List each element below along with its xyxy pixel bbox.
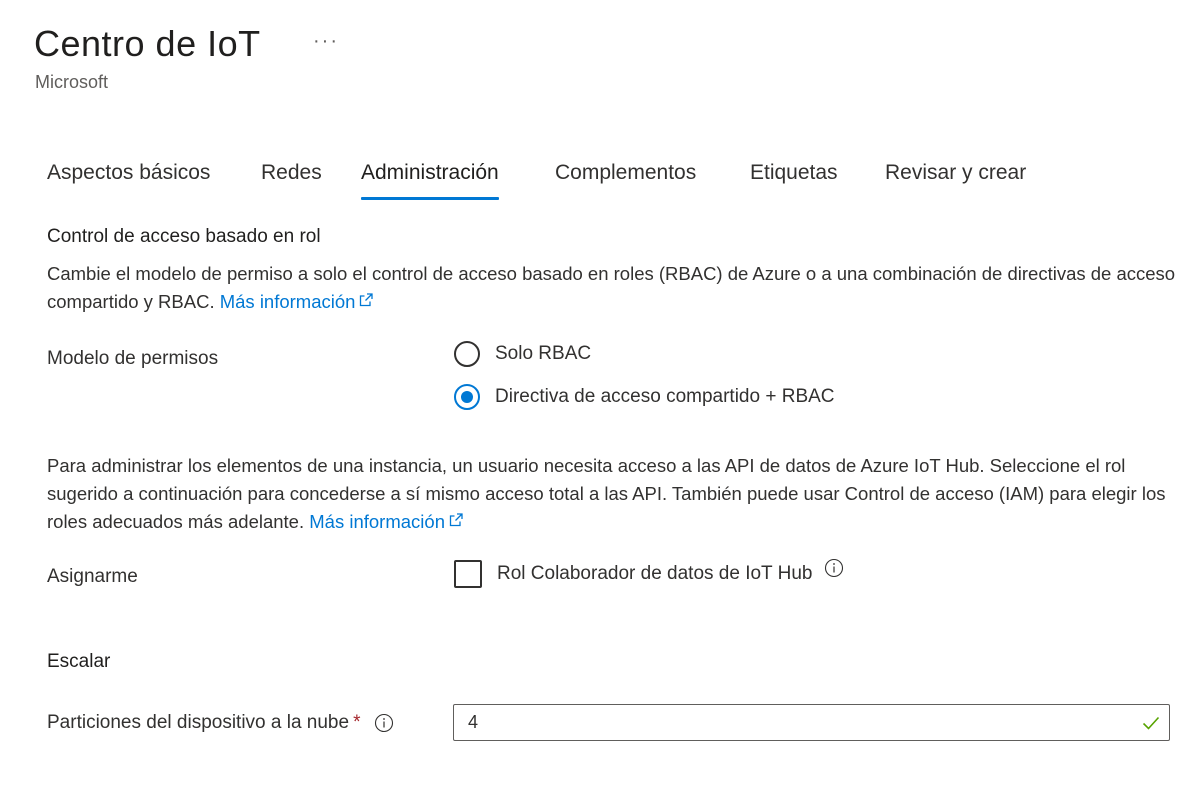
tab-administracion[interactable]: Administración xyxy=(361,158,499,200)
tab-etiquetas[interactable]: Etiquetas xyxy=(750,158,838,200)
external-link-icon xyxy=(360,293,374,307)
required-indicator: * xyxy=(353,712,361,733)
partitions-label: Particiones del dispositivo a la nube xyxy=(47,712,350,733)
radio-solo-rbac[interactable] xyxy=(454,341,480,367)
page: Centro de IoT ··· Microsoft Aspectos bás… xyxy=(0,0,1204,804)
rbac-heading: Control de acceso basado en rol xyxy=(47,226,321,247)
checkmark-icon xyxy=(1142,716,1160,730)
assign-me-label: Asignarme xyxy=(47,566,138,587)
partitions-input[interactable] xyxy=(468,705,1108,740)
tab-revisar-y-crear[interactable]: Revisar y crear xyxy=(885,158,1026,200)
page-subtitle: Microsoft xyxy=(35,72,109,92)
info-icon[interactable] xyxy=(374,713,394,733)
scale-heading: Escalar xyxy=(47,651,111,672)
data-access-description: Para administrar los elementos de una in… xyxy=(47,452,1177,536)
data-access-description-text: Para administrar los elementos de una in… xyxy=(47,455,1166,532)
page-title: Centro de IoT xyxy=(34,23,261,64)
tab-redes[interactable]: Redes xyxy=(261,158,322,200)
role-checkbox-row[interactable]: Rol Colaborador de datos de IoT Hub xyxy=(454,558,844,588)
partitions-field[interactable] xyxy=(453,704,1170,741)
radio-solo-rbac-label: Solo RBAC xyxy=(495,343,592,364)
tab-aspectos-basicos[interactable]: Aspectos básicos xyxy=(47,158,210,200)
role-checkbox-label: Rol Colaborador de datos de IoT Hub xyxy=(497,563,813,584)
radio-option-solo-rbac[interactable]: Solo RBAC xyxy=(454,339,591,369)
permissions-model-label: Modelo de permisos xyxy=(47,348,219,369)
external-link-icon xyxy=(449,513,463,527)
rbac-description: Cambie el modelo de permiso a solo el co… xyxy=(47,260,1177,316)
data-access-learn-more-link[interactable]: Más información xyxy=(309,511,463,532)
more-options-icon[interactable]: ··· xyxy=(313,30,339,53)
info-icon[interactable] xyxy=(824,558,844,578)
rbac-description-text: Cambie el modelo de permiso a solo el co… xyxy=(47,263,1176,312)
radio-option-shared-access-rbac[interactable]: Directiva de acceso compartido + RBAC xyxy=(454,382,835,412)
rbac-learn-more-link[interactable]: Más información xyxy=(220,291,374,312)
radio-shared-access-rbac-label: Directiva de acceso compartido + RBAC xyxy=(495,386,835,407)
radio-shared-access-rbac[interactable] xyxy=(454,384,480,410)
partitions-label-row: Particiones del dispositivo a la nube * xyxy=(47,712,394,734)
tab-complementos[interactable]: Complementos xyxy=(555,158,696,200)
role-checkbox[interactable] xyxy=(454,560,482,588)
